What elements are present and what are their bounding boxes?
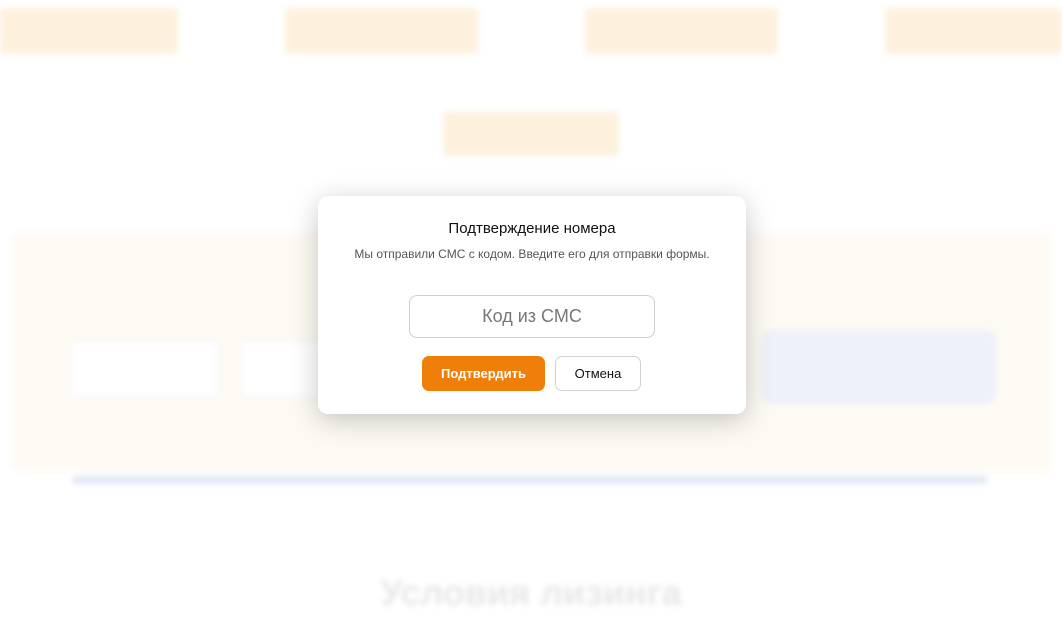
- sms-code-input[interactable]: [409, 295, 655, 338]
- background-button-4: [885, 8, 1062, 54]
- background-button-2: [285, 8, 478, 54]
- sms-confirmation-modal: Подтверждение номера Мы отправили СМС с …: [318, 196, 746, 414]
- confirm-button[interactable]: Подтвердить: [422, 356, 545, 391]
- cancel-button[interactable]: Отмена: [555, 356, 641, 391]
- background-divider: [72, 476, 988, 484]
- background-button-1: [0, 8, 178, 54]
- background-submit-button: [762, 330, 996, 404]
- modal-title: Подтверждение номера: [448, 220, 616, 237]
- page: Условия лизинга Подтверждение номера Мы …: [0, 0, 1062, 625]
- background-button-3: [585, 8, 778, 54]
- background-input-1: [70, 340, 220, 398]
- modal-message: Мы отправили СМС с кодом. Введите его дл…: [354, 247, 710, 261]
- background-section-title: Условия лизинга: [380, 572, 682, 613]
- background-center-button: [443, 112, 619, 156]
